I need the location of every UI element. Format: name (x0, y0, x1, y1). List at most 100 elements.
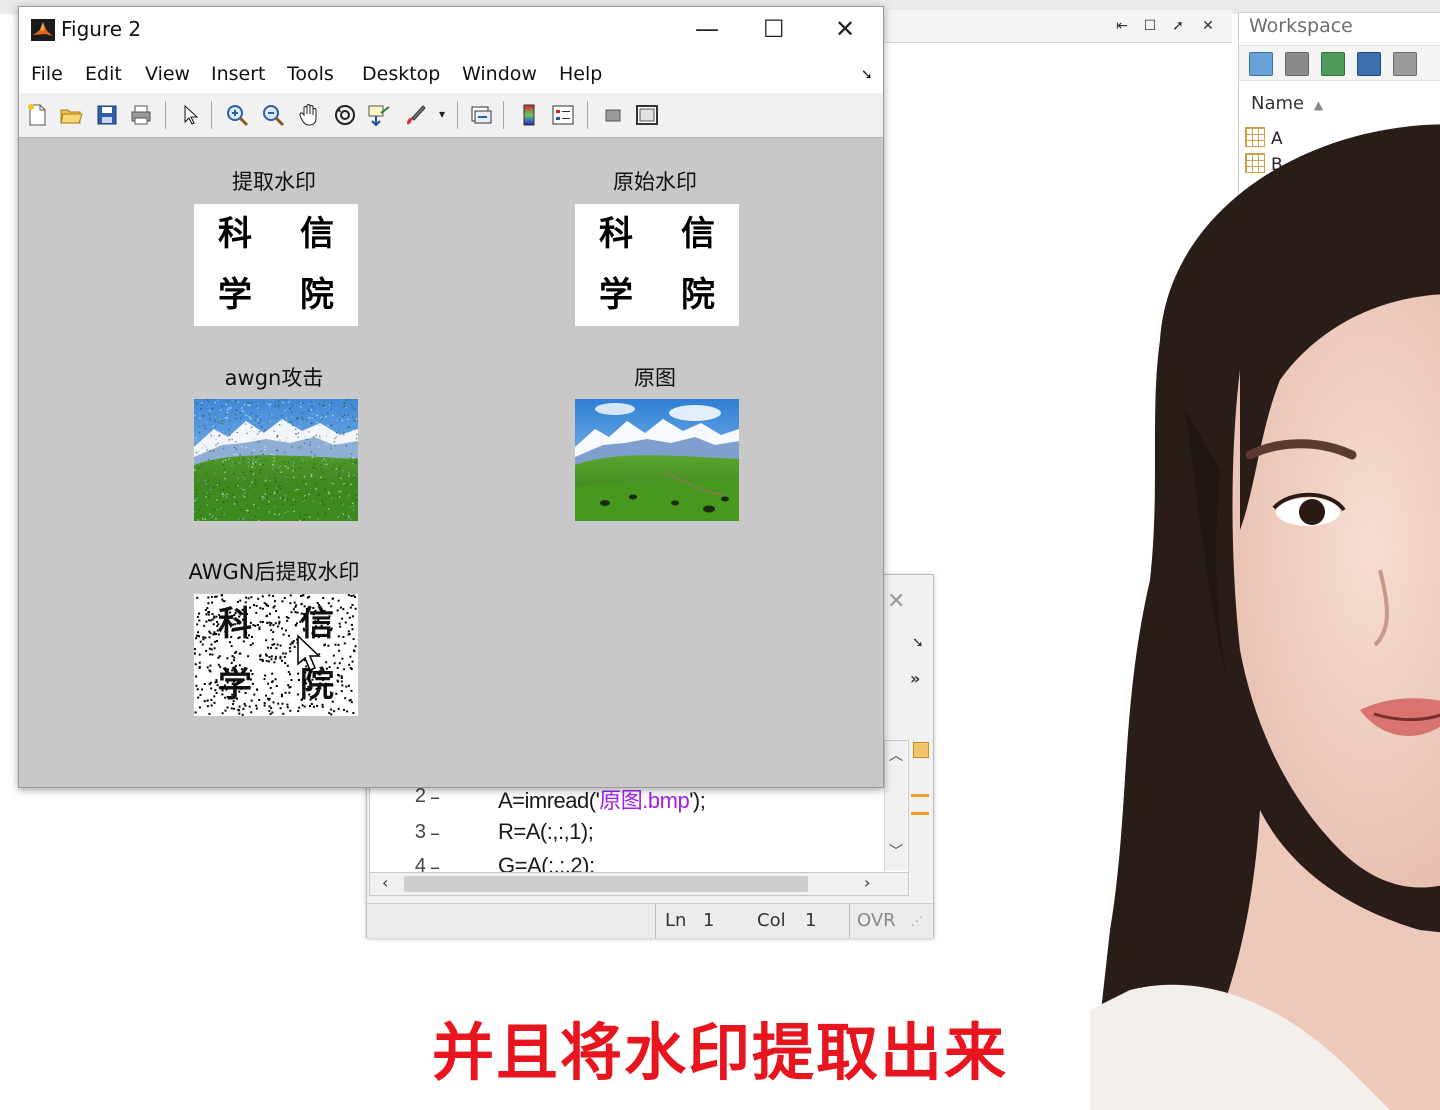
command-window-titlebar: ⇤ ☐ ➚ ✕ (884, 10, 1232, 43)
overwrite-indicator: OVR (857, 910, 896, 931)
mouse-cursor-icon (297, 634, 321, 671)
string-literal: 原图.bmp (599, 788, 690, 813)
line-number: 2 (414, 785, 426, 807)
subplot-title-original-image: 原图 (634, 366, 676, 390)
scroll-up-icon[interactable]: ︿ (889, 745, 903, 765)
subplot-title-original-watermark: 原始水印 (613, 170, 697, 194)
pop-out-icon[interactable]: ➚ (1170, 18, 1186, 34)
breakpoint-marker[interactable]: – (430, 821, 440, 845)
menu-edit[interactable]: Edit (85, 63, 122, 85)
warning-indicator-icon[interactable] (913, 742, 929, 758)
brush-dropdown-icon[interactable]: ▾ (439, 107, 445, 121)
menu-window[interactable]: Window (462, 63, 537, 85)
code-analyzer-bar[interactable] (909, 740, 931, 872)
resize-grip-icon[interactable]: ⋰ (911, 914, 923, 928)
code-line[interactable]: G=A(:,:,2); (498, 853, 595, 873)
video-caption: 并且将水印提取出来 (431, 1016, 1008, 1089)
print-icon[interactable] (1393, 52, 1417, 76)
new-variable-icon[interactable] (1249, 52, 1273, 76)
code-text: A=imread(' (498, 788, 600, 813)
maximize-panel-icon[interactable]: ☐ (1142, 18, 1158, 34)
more-tabs-icon[interactable]: » (910, 669, 920, 688)
menu-insert[interactable]: Insert (211, 63, 266, 85)
hide-plot-tools-icon[interactable] (601, 103, 625, 127)
vertical-scrollbar[interactable]: ︿ ﹀ (884, 741, 907, 871)
save-icon[interactable] (95, 103, 119, 127)
matlab-logo-icon (31, 19, 55, 41)
colorbar-icon[interactable] (517, 103, 541, 127)
open-variable-icon[interactable] (1285, 52, 1309, 76)
original-image[interactable] (575, 399, 739, 521)
menu-tools[interactable]: Tools (287, 63, 334, 85)
workspace-toolbar (1239, 45, 1440, 81)
line-number: 3 (414, 821, 426, 843)
rotate-3d-icon[interactable] (333, 103, 357, 127)
horizontal-scrollbar[interactable]: ‹ › (369, 872, 909, 896)
zoom-in-icon[interactable] (225, 103, 249, 127)
extracted-watermark-image[interactable]: 科 信 学 院 (194, 204, 358, 326)
print-icon[interactable] (129, 103, 153, 127)
save-workspace-icon[interactable] (1357, 52, 1381, 76)
scroll-right-icon[interactable]: › (864, 873, 870, 892)
column-label: Col (757, 910, 786, 931)
watermark-char: 信 (681, 214, 715, 254)
figure-toolbar: ▾ (19, 93, 883, 138)
warning-marker[interactable] (911, 794, 929, 797)
line-label: Ln (665, 910, 687, 931)
presenter-video (1090, 124, 1440, 1110)
edit-plot-arrow-icon[interactable] (179, 103, 203, 127)
watermark-char: 科 (599, 214, 633, 254)
code-text: '); (689, 788, 706, 813)
figure-window: Figure 2 — ☐ ✕ File Edit View Insert Too… (18, 6, 884, 788)
close-icon[interactable]: ✕ (835, 15, 855, 43)
awgn-attacked-image[interactable] (194, 399, 358, 521)
pan-hand-icon[interactable] (297, 103, 321, 127)
awgn-extracted-watermark-image[interactable]: 科 信 学 院 (194, 594, 358, 716)
minimize-icon[interactable]: — (695, 15, 719, 43)
data-cursor-icon[interactable] (367, 103, 391, 127)
dock-figure-icon[interactable]: ➘ (861, 67, 873, 83)
breakpoint-marker[interactable]: – (430, 785, 440, 809)
menu-file[interactable]: File (31, 63, 63, 85)
column-value: 1 (805, 910, 817, 931)
watermark-char: 信 (300, 214, 334, 254)
editor-status-bar: Ln 1 Col 1 OVR ⋰ (367, 903, 933, 938)
watermark-char: 院 (681, 275, 715, 315)
workspace-title: Workspace (1249, 15, 1353, 37)
original-watermark-image[interactable]: 科 信 学 院 (575, 204, 739, 326)
subplot-title-awgn-attack: awgn攻击 (224, 366, 324, 390)
warning-marker[interactable] (911, 812, 929, 815)
subplot-title-extracted-watermark: 提取水印 (232, 170, 316, 194)
close-panel-icon[interactable]: ✕ (1200, 18, 1216, 34)
import-data-icon[interactable] (1321, 52, 1345, 76)
show-plot-tools-icon[interactable] (635, 103, 659, 127)
salt-pepper-noise (194, 594, 357, 716)
editor-close-icon[interactable]: ✕ (887, 589, 905, 614)
figure-titlebar[interactable]: Figure 2 — ☐ ✕ (19, 7, 883, 53)
menu-help[interactable]: Help (559, 63, 602, 85)
menu-bar: File Edit View Insert Tools Desktop Wind… (19, 53, 883, 93)
scroll-down-icon[interactable]: ﹀ (889, 841, 903, 861)
code-line[interactable]: R=A(:,:,1); (498, 819, 594, 845)
line-value: 1 (703, 910, 715, 931)
watermark-char: 学 (599, 275, 633, 315)
watermark-char: 学 (218, 275, 252, 315)
new-figure-icon[interactable] (25, 103, 49, 127)
horizontal-scroll-thumb[interactable] (404, 876, 808, 892)
watermark-char: 院 (300, 275, 334, 315)
menu-desktop[interactable]: Desktop (362, 63, 440, 85)
brush-icon[interactable] (403, 103, 427, 127)
open-file-icon[interactable] (59, 103, 83, 127)
editor-dock-icon[interactable]: ➘ (912, 635, 924, 651)
figure-canvas[interactable]: 提取水印 科 信 学 院 原始水印 科 信 学 院 awgn攻击 原图 AWGN… (19, 138, 883, 787)
watermark-char: 科 (218, 214, 252, 254)
maximize-icon[interactable]: ☐ (763, 15, 785, 43)
scroll-left-icon[interactable]: ‹ (382, 873, 388, 892)
undock-icon[interactable]: ⇤ (1114, 18, 1130, 34)
menu-view[interactable]: View (145, 63, 190, 85)
legend-icon[interactable] (551, 103, 575, 127)
link-plot-icon[interactable] (469, 103, 493, 127)
zoom-out-icon[interactable] (261, 103, 285, 127)
subplot-title-awgn-extracted: AWGN后提取水印 (188, 560, 360, 584)
window-title: Figure 2 (61, 17, 142, 41)
